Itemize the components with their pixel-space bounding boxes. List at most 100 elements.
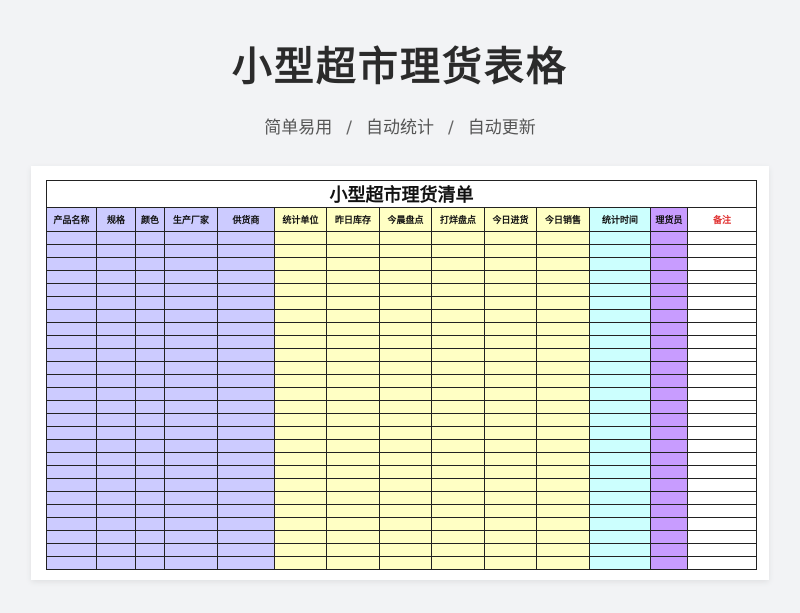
table-cell[interactable] bbox=[135, 465, 165, 479]
table-cell[interactable] bbox=[536, 504, 590, 518]
column-header[interactable]: 颜色 bbox=[135, 207, 165, 232]
table-cell[interactable] bbox=[431, 348, 485, 362]
table-cell[interactable] bbox=[96, 556, 136, 570]
table-cell[interactable] bbox=[135, 231, 165, 245]
table-cell[interactable] bbox=[274, 530, 327, 544]
column-header[interactable]: 昨日库存 bbox=[326, 207, 380, 232]
table-cell[interactable] bbox=[589, 465, 651, 479]
table-cell[interactable] bbox=[379, 296, 432, 310]
table-cell[interactable] bbox=[217, 283, 275, 297]
table-cell[interactable] bbox=[379, 387, 432, 401]
table-cell[interactable] bbox=[46, 387, 97, 401]
table-cell[interactable] bbox=[686, 504, 758, 518]
column-header[interactable]: 统计时间 bbox=[589, 207, 651, 232]
table-cell[interactable] bbox=[46, 270, 97, 284]
table-cell[interactable] bbox=[686, 270, 758, 284]
table-cell[interactable] bbox=[96, 309, 136, 323]
column-header[interactable]: 理货员 bbox=[650, 207, 688, 232]
table-cell[interactable] bbox=[379, 244, 432, 258]
table-cell[interactable] bbox=[589, 374, 651, 388]
table-cell[interactable] bbox=[274, 387, 327, 401]
table-cell[interactable] bbox=[484, 270, 537, 284]
table-cell[interactable] bbox=[484, 387, 537, 401]
table-cell[interactable] bbox=[484, 491, 537, 505]
table-cell[interactable] bbox=[484, 517, 537, 531]
table-cell[interactable] bbox=[379, 322, 432, 336]
table-cell[interactable] bbox=[589, 257, 651, 271]
table-cell[interactable] bbox=[164, 231, 218, 245]
table-cell[interactable] bbox=[46, 361, 97, 375]
table-cell[interactable] bbox=[536, 556, 590, 570]
table-cell[interactable] bbox=[96, 504, 136, 518]
table-cell[interactable] bbox=[46, 491, 97, 505]
table-cell[interactable] bbox=[164, 491, 218, 505]
table-cell[interactable] bbox=[589, 309, 651, 323]
table-cell[interactable] bbox=[379, 517, 432, 531]
table-cell[interactable] bbox=[46, 335, 97, 349]
table-cell[interactable] bbox=[379, 530, 432, 544]
table-cell[interactable] bbox=[686, 530, 758, 544]
table-cell[interactable] bbox=[536, 322, 590, 336]
table-cell[interactable] bbox=[164, 439, 218, 453]
table-cell[interactable] bbox=[326, 413, 380, 427]
table-cell[interactable] bbox=[536, 491, 590, 505]
table-cell[interactable] bbox=[326, 231, 380, 245]
table-cell[interactable] bbox=[536, 478, 590, 492]
table-cell[interactable] bbox=[484, 257, 537, 271]
table-cell[interactable] bbox=[135, 257, 165, 271]
table-cell[interactable] bbox=[589, 504, 651, 518]
table-cell[interactable] bbox=[326, 439, 380, 453]
table-cell[interactable] bbox=[589, 517, 651, 531]
table-cell[interactable] bbox=[164, 270, 218, 284]
table-cell[interactable] bbox=[589, 387, 651, 401]
table-cell[interactable] bbox=[135, 426, 165, 440]
table-cell[interactable] bbox=[135, 439, 165, 453]
table-cell[interactable] bbox=[650, 244, 688, 258]
table-cell[interactable] bbox=[217, 387, 275, 401]
table-cell[interactable] bbox=[164, 283, 218, 297]
table-cell[interactable] bbox=[536, 543, 590, 557]
column-header[interactable]: 今晨盘点 bbox=[379, 207, 432, 232]
table-cell[interactable] bbox=[379, 465, 432, 479]
table-cell[interactable] bbox=[326, 257, 380, 271]
table-cell[interactable] bbox=[326, 400, 380, 414]
table-cell[interactable] bbox=[431, 504, 485, 518]
table-cell[interactable] bbox=[274, 452, 327, 466]
table-cell[interactable] bbox=[686, 556, 758, 570]
table-cell[interactable] bbox=[135, 335, 165, 349]
table-cell[interactable] bbox=[96, 543, 136, 557]
table-cell[interactable] bbox=[536, 244, 590, 258]
table-cell[interactable] bbox=[46, 244, 97, 258]
table-cell[interactable] bbox=[274, 517, 327, 531]
table-cell[interactable] bbox=[686, 374, 758, 388]
table-cell[interactable] bbox=[589, 491, 651, 505]
table-cell[interactable] bbox=[46, 439, 97, 453]
table-cell[interactable] bbox=[431, 530, 485, 544]
table-cell[interactable] bbox=[96, 530, 136, 544]
table-cell[interactable] bbox=[135, 400, 165, 414]
table-cell[interactable] bbox=[164, 413, 218, 427]
column-header[interactable]: 统计单位 bbox=[274, 207, 327, 232]
table-cell[interactable] bbox=[274, 335, 327, 349]
table-cell[interactable] bbox=[431, 361, 485, 375]
table-cell[interactable] bbox=[650, 257, 688, 271]
table-cell[interactable] bbox=[164, 465, 218, 479]
table-cell[interactable] bbox=[650, 556, 688, 570]
table-cell[interactable] bbox=[589, 400, 651, 414]
table-cell[interactable] bbox=[484, 530, 537, 544]
table-cell[interactable] bbox=[379, 452, 432, 466]
table-cell[interactable] bbox=[164, 517, 218, 531]
table-cell[interactable] bbox=[379, 556, 432, 570]
table-cell[interactable] bbox=[650, 361, 688, 375]
table-cell[interactable] bbox=[326, 452, 380, 466]
table-cell[interactable] bbox=[164, 374, 218, 388]
table-cell[interactable] bbox=[536, 309, 590, 323]
table-cell[interactable] bbox=[686, 387, 758, 401]
table-cell[interactable] bbox=[274, 543, 327, 557]
table-cell[interactable] bbox=[96, 270, 136, 284]
table-cell[interactable] bbox=[379, 335, 432, 349]
table-cell[interactable] bbox=[379, 543, 432, 557]
table-cell[interactable] bbox=[686, 478, 758, 492]
table-cell[interactable] bbox=[431, 517, 485, 531]
table-cell[interactable] bbox=[431, 413, 485, 427]
